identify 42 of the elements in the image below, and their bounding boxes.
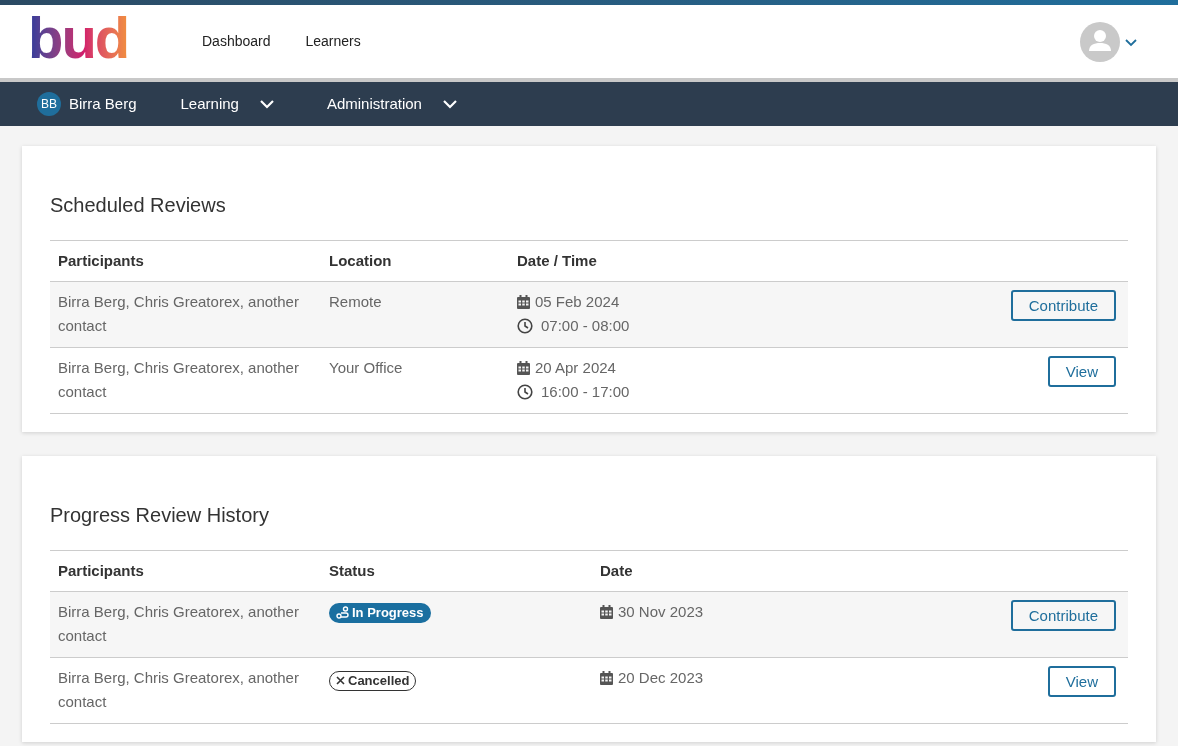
calendar-icon <box>600 605 613 619</box>
cross-icon <box>336 676 345 685</box>
action-button[interactable]: View <box>1047 356 1116 387</box>
clock-icon <box>517 384 533 400</box>
nav-link[interactable]: Learners <box>305 31 361 52</box>
section-title: Scheduled Reviews <box>50 193 227 218</box>
clock-icon <box>517 318 533 334</box>
table-cell-text: Birra Berg, Chris Greatorex, another contact <box>58 668 300 712</box>
nav-link[interactable]: Dashboard <box>202 31 271 52</box>
column-header: Status <box>329 560 376 581</box>
time-text: 07:00 - 08:00 <box>541 316 630 336</box>
status-badge: In Progress <box>329 602 431 623</box>
section-title: Progress Review History <box>50 503 270 528</box>
action-button[interactable]: View <box>1047 666 1116 697</box>
user-initials-avatar: BB <box>37 92 61 116</box>
action-button[interactable]: Contribute <box>1010 290 1116 321</box>
chevron-down-icon <box>441 99 458 109</box>
calendar-icon <box>517 295 530 309</box>
table-cell-text: Birra Berg, Chris Greatorex, another contact <box>58 292 300 336</box>
chevron-down-icon[interactable] <box>1124 36 1138 47</box>
table-cell-text: Remote <box>329 292 383 312</box>
chevron-down-icon <box>258 99 275 109</box>
time-text: 16:00 - 17:00 <box>541 382 630 402</box>
column-header: Participants <box>58 560 145 581</box>
table-cell-text: Birra Berg, Chris Greatorex, another contact <box>58 358 300 402</box>
date-text: 20 Dec 2023 <box>618 668 704 688</box>
column-header: Participants <box>58 250 145 271</box>
calendar-icon <box>600 671 613 685</box>
action-button[interactable]: Contribute <box>1010 600 1116 631</box>
column-header: Date <box>600 560 634 581</box>
column-header: Location <box>329 250 393 271</box>
column-header: Date / Time <box>517 250 598 271</box>
menu-dropdown[interactable]: Administration <box>326 92 458 116</box>
date-text: 05 Feb 2024 <box>535 292 620 312</box>
table-cell-text: Your Office <box>329 358 404 378</box>
calendar-icon <box>517 361 530 375</box>
date-text: 30 Nov 2023 <box>618 602 704 622</box>
date-text: 20 Apr 2024 <box>535 358 616 378</box>
route-icon <box>336 606 349 619</box>
menu-dropdown[interactable]: Learning <box>180 92 275 116</box>
table-cell-text: Birra Berg, Chris Greatorex, another contact <box>58 602 300 646</box>
user-name[interactable]: Birra Berg <box>69 92 137 116</box>
